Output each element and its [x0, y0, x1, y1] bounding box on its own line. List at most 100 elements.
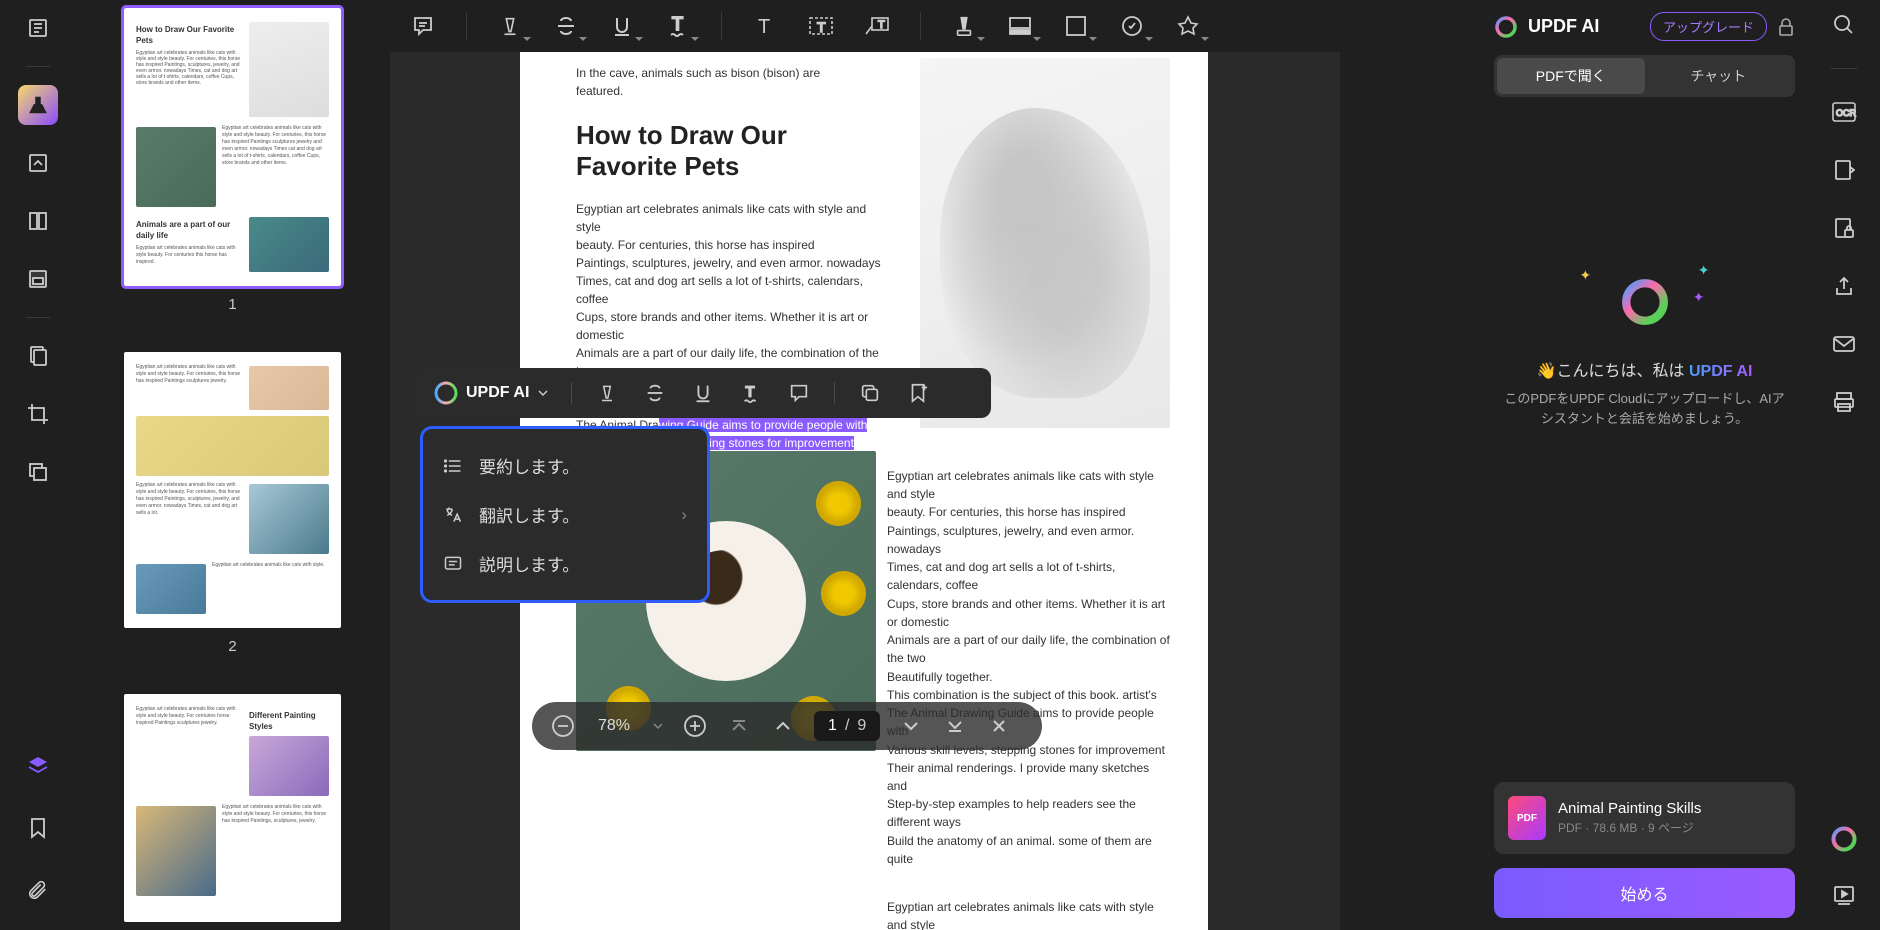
close-bar-button[interactable]	[986, 713, 1012, 739]
zoom-in-button[interactable]	[682, 713, 708, 739]
body-text: Times, cat and dog art sells a lot of t-…	[576, 272, 884, 308]
crop-icon[interactable]	[18, 394, 58, 434]
first-page-button[interactable]	[726, 713, 752, 739]
sel-strikethrough-icon[interactable]	[642, 380, 668, 406]
svg-text:T: T	[746, 385, 755, 401]
highlight-icon[interactable]	[497, 13, 523, 39]
ocr-icon[interactable]: OCR	[1829, 97, 1859, 127]
search-icon[interactable]	[1829, 10, 1859, 40]
prev-page-button[interactable]	[770, 713, 796, 739]
body-text: Egyptian art celebrates animals like cat…	[576, 200, 884, 236]
right-rail: OCR	[1807, 0, 1880, 930]
last-page-button[interactable]	[942, 713, 968, 739]
sel-underline-icon[interactable]	[690, 380, 716, 406]
chevron-down-icon	[537, 387, 549, 399]
page-thumbnail-1[interactable]: How to Draw Our Favorite Pets Egyptian a…	[124, 8, 341, 286]
reader-mode-icon[interactable]	[18, 8, 58, 48]
share-icon[interactable]	[1829, 271, 1859, 301]
underline-icon[interactable]	[609, 13, 635, 39]
ai-action-menu: 要約します。 翻訳します。 › 説明します。	[420, 426, 710, 603]
list-icon	[443, 456, 463, 476]
signature-icon[interactable]	[1175, 13, 1201, 39]
ai-summarize-item[interactable]: 要約します。	[423, 441, 707, 490]
selection-toolbar: UPDF AI T	[416, 368, 991, 418]
explain-icon	[443, 554, 463, 574]
zoom-dropdown-icon[interactable]	[652, 720, 664, 732]
page-indicator[interactable]: 1 / 9	[814, 711, 880, 741]
start-button[interactable]: 始める	[1494, 868, 1795, 918]
textbox-icon[interactable]: T	[808, 13, 834, 39]
body-text: beauty. For centuries, this horse has in…	[576, 236, 884, 254]
layers-icon[interactable]	[18, 746, 58, 786]
panel-title: UPDF AI	[1528, 16, 1599, 37]
next-page-button[interactable]	[898, 713, 924, 739]
body-text: In the cave, animals such as bison (biso…	[520, 52, 920, 100]
ai-side-panel: UPDF AI アップグレード PDFで聞く チャット ✦ ✦ ✦ 👋こんにちは…	[1482, 0, 1807, 930]
export-icon[interactable]	[1829, 155, 1859, 185]
comment-tool-icon[interactable]	[18, 85, 58, 125]
thumb-subtitle: Animals are a part of our daily life	[136, 219, 243, 241]
thumbnail-panel: How to Draw Our Favorite Pets Egyptian a…	[75, 0, 390, 930]
sparkle-icon: ✦	[1698, 262, 1710, 279]
stamp-icon[interactable]	[1119, 13, 1145, 39]
callout-icon[interactable]: T	[864, 13, 890, 39]
svg-text:T: T	[817, 19, 826, 35]
protect-icon[interactable]	[1829, 213, 1859, 243]
sel-highlight-icon[interactable]	[594, 380, 620, 406]
file-card: PDF Animal Painting Skills PDF · 78.6 MB…	[1494, 782, 1795, 854]
zoom-out-button[interactable]	[550, 713, 576, 739]
form-tool-icon[interactable]	[18, 259, 58, 299]
thumb-label-2: 2	[228, 638, 236, 655]
tab-chat[interactable]: チャット	[1645, 58, 1793, 94]
page-thumbnail-3[interactable]: Egyptian art celebrates animals like cat…	[124, 694, 341, 922]
sparkle-icon: ✦	[1580, 267, 1592, 284]
note-icon[interactable]	[410, 13, 436, 39]
edit-tool-icon[interactable]	[18, 143, 58, 183]
sel-copy-icon[interactable]	[857, 380, 883, 406]
page-heading: Favorite Pets	[520, 151, 920, 182]
page-heading: How to Draw Our	[520, 100, 920, 151]
svg-text:T: T	[878, 19, 885, 31]
page-thumbnail-2[interactable]: Egyptian art celebrates animals like cat…	[124, 352, 341, 628]
strikethrough-icon[interactable]	[553, 13, 579, 39]
ai-toggle-icon[interactable]	[1829, 824, 1859, 854]
batch-icon[interactable]	[18, 452, 58, 492]
thumb3-title: Different Painting Styles	[249, 710, 329, 732]
ai-translate-item[interactable]: 翻訳します。 ›	[423, 490, 707, 539]
squiggly-icon[interactable]: T	[665, 13, 691, 39]
left-rail	[0, 0, 75, 930]
sparkle-icon: ✦	[1693, 289, 1705, 306]
print-icon[interactable]	[1829, 387, 1859, 417]
body-text-column-2: Egyptian art celebrates animals like cat…	[887, 467, 1170, 930]
sel-bookmark-icon[interactable]	[905, 380, 931, 406]
svg-text:T: T	[672, 14, 683, 34]
thumb-title: How to Draw Our Favorite Pets	[136, 24, 243, 46]
text-icon[interactable]: T	[752, 13, 778, 39]
updf-ai-logo-icon	[1494, 15, 1518, 39]
rectangle-icon[interactable]	[1007, 13, 1033, 39]
upgrade-button[interactable]: アップグレード	[1650, 12, 1767, 41]
organize-icon[interactable]	[18, 336, 58, 376]
bookmark-icon[interactable]	[18, 808, 58, 848]
tab-ask-pdf[interactable]: PDFで聞く	[1497, 58, 1645, 94]
attachment-icon[interactable]	[18, 870, 58, 910]
thumb-label-1: 1	[228, 296, 236, 313]
annotation-toolbar: T T T T	[390, 0, 1490, 52]
email-icon[interactable]	[1829, 329, 1859, 359]
shape-icon[interactable]	[1063, 13, 1089, 39]
area-highlight-icon[interactable]	[951, 13, 977, 39]
svg-text:T: T	[758, 16, 770, 38]
ai-explain-item[interactable]: 説明します。	[423, 539, 707, 588]
sel-comment-icon[interactable]	[786, 380, 812, 406]
updf-ai-button[interactable]: UPDF AI	[434, 381, 549, 405]
file-meta: PDF · 78.6 MB · 9 ページ	[1558, 819, 1701, 836]
page-tool-icon[interactable]	[18, 201, 58, 241]
slideshow-icon[interactable]	[1829, 880, 1859, 910]
pdf-file-icon: PDF	[1508, 796, 1546, 840]
body-text: Paintings, sculptures, jewelry, and even…	[576, 254, 884, 272]
translate-icon	[443, 505, 463, 525]
sel-squiggly-icon[interactable]: T	[738, 380, 764, 406]
zoom-nav-bar: 78% 1 / 9	[532, 702, 1042, 750]
greeting-text: 👋こんにちは、私は UPDF AI	[1537, 357, 1753, 381]
lock-icon[interactable]	[1777, 17, 1795, 37]
